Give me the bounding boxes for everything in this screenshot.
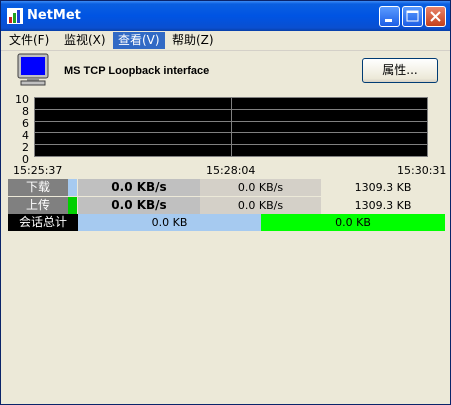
y-tick-label: 8: [22, 105, 29, 118]
x-tick-label: 15:28:04: [206, 164, 256, 177]
upload-average-rate: 0.0 KB/s: [200, 197, 321, 214]
app-bar-chart-icon: [7, 8, 23, 24]
upload-color-swatch: [68, 197, 77, 214]
x-tick-label: 15:25:37: [13, 164, 63, 177]
y-tick-label: 10: [15, 93, 29, 106]
properties-button[interactable]: 属性...: [362, 58, 438, 83]
interface-name: MS TCP Loopback interface: [64, 65, 210, 77]
upload-label: 上传: [8, 197, 68, 214]
download-total: 1309.3 KB: [321, 179, 445, 196]
session-total-row: 会话总计 0.0 KB 0.0 KB: [8, 214, 445, 231]
close-button[interactable]: [425, 6, 446, 27]
menu-view[interactable]: 查看(V): [113, 32, 165, 49]
y-tick-label: 4: [22, 129, 29, 142]
upload-total: 1309.3 KB: [321, 197, 445, 214]
download-label: 下载: [8, 179, 68, 196]
session-sent: 0.0 KB: [261, 214, 445, 231]
download-average-rate: 0.0 KB/s: [200, 179, 321, 196]
session-total-label: 会话总计: [8, 214, 78, 231]
close-icon: [430, 11, 441, 22]
x-tick-label: 15:30:31: [397, 164, 447, 177]
session-received: 0.0 KB: [78, 214, 261, 231]
minimize-icon: [385, 19, 392, 22]
download-current-rate: 0.0 KB/s: [78, 179, 200, 196]
download-color-swatch: [68, 179, 77, 196]
download-row: 下载 0.0 KB/s 0.0 KB/s 1309.3 KB: [8, 179, 445, 196]
menu-help[interactable]: 帮助(Z): [167, 32, 219, 49]
y-tick-label: 6: [22, 117, 29, 130]
chart-plot-area: [34, 97, 428, 157]
minimize-button[interactable]: [379, 6, 400, 27]
maximize-button[interactable]: [402, 6, 423, 27]
title-bar[interactable]: NetMet: [1, 1, 450, 31]
menu-monitor[interactable]: 监视(X): [59, 32, 111, 49]
window-title: NetMet: [27, 8, 81, 23]
upload-current-rate: 0.0 KB/s: [78, 197, 200, 214]
network-monitor-icon: [17, 53, 49, 86]
maximize-icon: [406, 10, 419, 22]
netmet-window: NetMet 文件(F) 监视(X) 查看(V) 帮助(Z) MS TCP Lo…: [0, 0, 451, 405]
menu-bar: 文件(F) 监视(X) 查看(V) 帮助(Z): [1, 31, 450, 51]
y-tick-label: 2: [22, 141, 29, 154]
upload-row: 上传 0.0 KB/s 0.0 KB/s 1309.3 KB: [8, 197, 445, 214]
menu-file[interactable]: 文件(F): [4, 32, 54, 49]
